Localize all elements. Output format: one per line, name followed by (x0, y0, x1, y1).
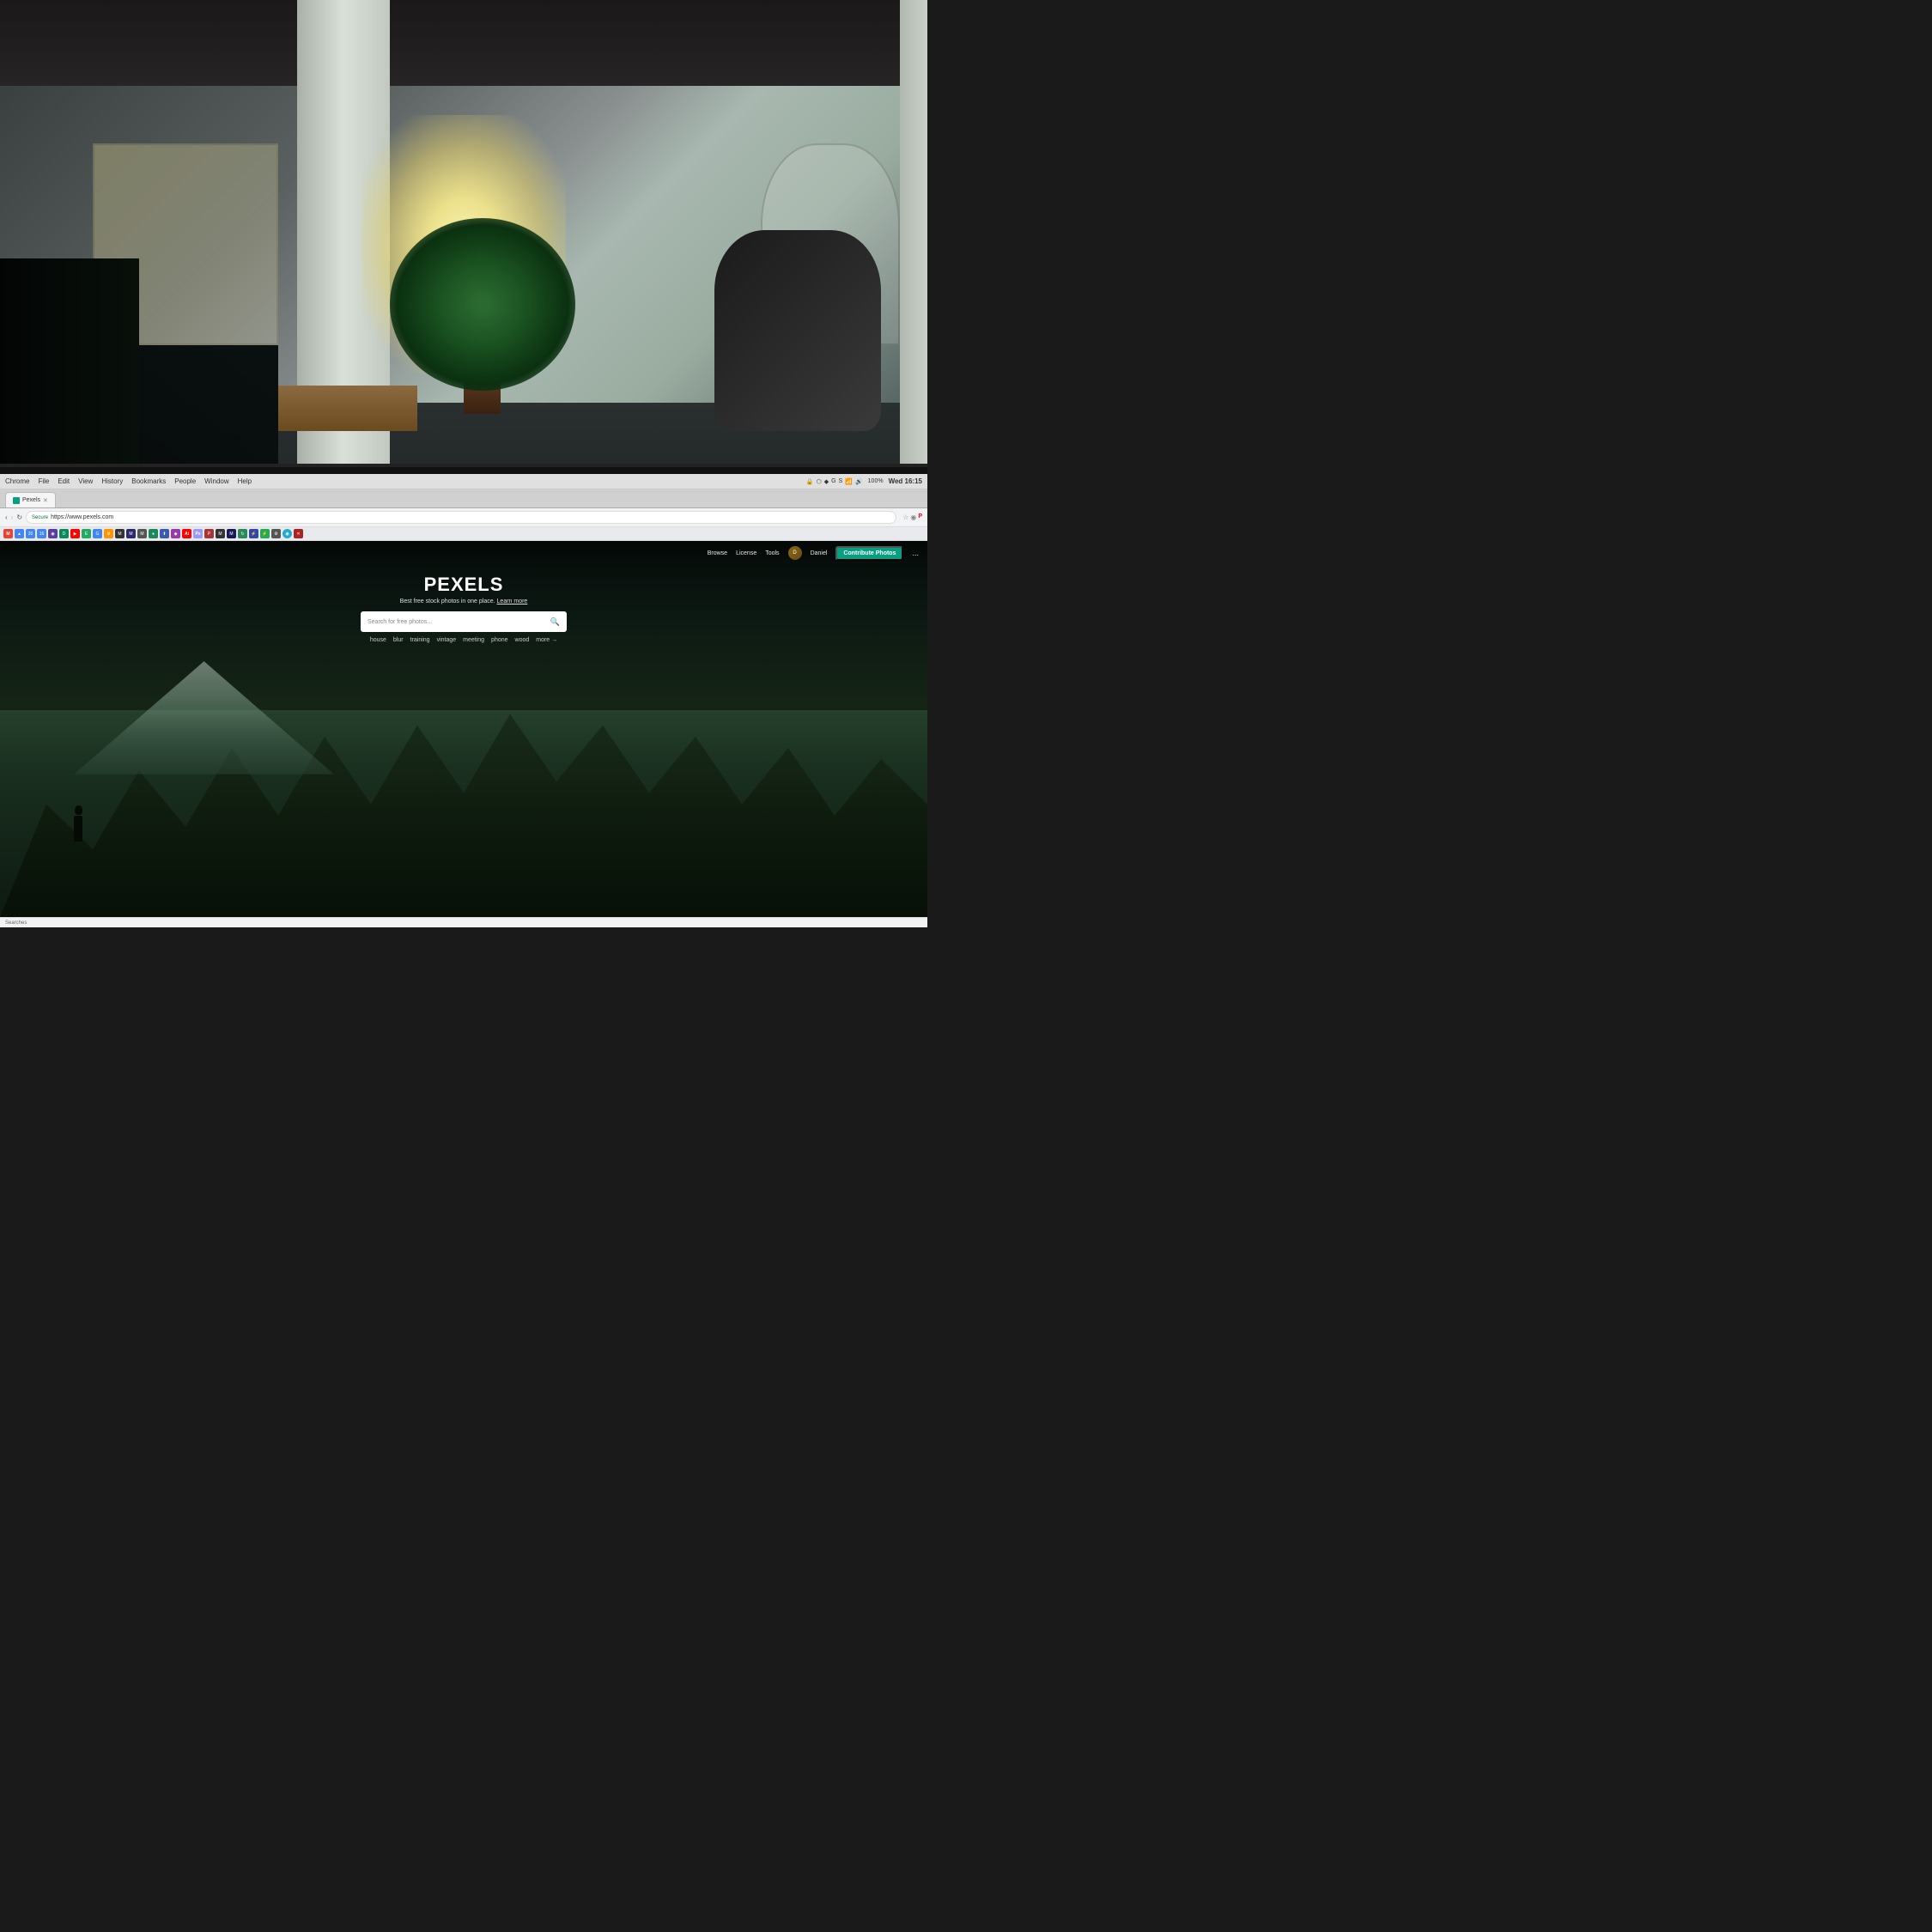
secure-icon: Secure (32, 515, 48, 520)
tag-wood[interactable]: wood (515, 637, 530, 643)
browser-window: Chrome File Edit View History Bookmarks … (0, 474, 927, 927)
nav-refresh-btn[interactable]: ↻ (16, 513, 22, 521)
menu-help[interactable]: Help (238, 477, 252, 485)
browser-menubar: Chrome File Edit View History Bookmarks … (0, 474, 927, 489)
laptop-screen: Chrome File Edit View History Bookmarks … (0, 474, 927, 927)
menu-history[interactable]: History (101, 477, 123, 485)
nav-license[interactable]: License (736, 550, 756, 556)
address-input[interactable]: Secure https://www.pexels.com (26, 511, 896, 524)
ext-6[interactable]: E (82, 529, 91, 538)
nav-tools[interactable]: Tools (765, 550, 779, 556)
ext-adobe[interactable]: Ai (182, 529, 191, 538)
profile-icon[interactable]: ◉ (910, 513, 916, 521)
bookmark-area: ☆ ◉ P (902, 513, 922, 521)
ext-15[interactable]: P (204, 529, 214, 538)
nav-browse[interactable]: Browse (708, 550, 727, 556)
search-bar[interactable]: Search for free photos... 🔍 (361, 611, 567, 632)
address-url: https://www.pexels.com (51, 514, 113, 520)
search-icon[interactable]: 🔍 (550, 617, 560, 627)
ext-11[interactable]: M (137, 529, 147, 538)
ext-cal1[interactable]: 20 (26, 529, 35, 538)
menu-chrome[interactable]: Chrome (5, 477, 29, 485)
extensions-row: M ▲ 20 16 ◉ D ▶ E G ⚙ M M M ● ⬆ ◆ Ai (0, 527, 927, 541)
bookmark-icon[interactable]: ☆ (902, 513, 908, 521)
ext-8[interactable]: ⚙ (104, 529, 113, 538)
browser-addressbar: ‹ › ↻ Secure https://www.pexels.com ☆ ◉ … (0, 508, 927, 527)
ext-12[interactable]: ● (149, 529, 158, 538)
menu-bookmarks[interactable]: Bookmarks (131, 477, 166, 485)
menu-window[interactable]: Window (204, 477, 228, 485)
browser-status-bar: Searches (0, 917, 927, 927)
search-tags: house blur training vintage meeting phon… (370, 637, 557, 643)
ext-4[interactable]: D (59, 529, 69, 538)
browser-tabbar: Pexels ✕ (0, 489, 927, 508)
pexels-navbar: Browse License Tools D Daniel Contribute… (0, 541, 927, 565)
tab-title: Pexels (22, 497, 40, 503)
menu-people[interactable]: People (174, 477, 196, 485)
nav-forward-btn[interactable]: › (11, 513, 14, 521)
ext-refresh[interactable]: ↻ (238, 529, 247, 538)
ext-7[interactable]: G (93, 529, 102, 538)
tag-more[interactable]: more → (536, 637, 557, 643)
system-time: Wed 16:15 (889, 477, 922, 485)
menu-edit[interactable]: Edit (58, 477, 70, 485)
ext-10[interactable]: M (126, 529, 136, 538)
person-head (75, 805, 82, 815)
pinterest-icon[interactable]: P (918, 513, 922, 521)
ext-lightning1[interactable]: ⚡ (249, 529, 258, 538)
ext-13[interactable]: ⬆ (160, 529, 169, 538)
user-name[interactable]: Daniel (811, 550, 828, 556)
pexels-website: Browse License Tools D Daniel Contribute… (0, 541, 927, 917)
pexels-logo: PEXELS (424, 574, 504, 596)
tag-meeting[interactable]: meeting (463, 637, 484, 643)
learn-more-link[interactable]: Learn more (497, 598, 528, 605)
hero-subtitle: Best free stock photos in one place. Lea… (400, 598, 528, 605)
ext-5[interactable]: ▶ (70, 529, 80, 538)
ext-circle[interactable]: ◉ (283, 529, 292, 538)
tab-close-icon[interactable]: ✕ (43, 497, 48, 504)
nav-more-btn[interactable]: ... (912, 549, 919, 557)
user-avatar[interactable]: D (788, 546, 802, 560)
tag-house[interactable]: house (370, 637, 386, 643)
person-body (74, 816, 82, 841)
photo-frame: Chrome File Edit View History Bookmarks … (0, 0, 927, 927)
browser-tab-pexels[interactable]: Pexels ✕ (5, 492, 56, 507)
ext-adobe2[interactable]: Ps (193, 529, 203, 538)
tab-favicon (13, 497, 20, 504)
tag-blur[interactable]: blur (393, 637, 404, 643)
system-icons: 🔒⬡◆GS 📶🔊 (806, 478, 863, 485)
ext-gdrive[interactable]: ▲ (15, 529, 24, 538)
ext-17[interactable]: M (227, 529, 236, 538)
hero-content: PEXELS Best free stock photos in one pla… (0, 565, 927, 652)
ext-lightning2[interactable]: ⚡ (260, 529, 270, 538)
ext-3[interactable]: ◉ (48, 529, 58, 538)
hero-person (74, 805, 82, 841)
ext-9[interactable]: M (115, 529, 125, 538)
status-text: Searches (5, 920, 27, 926)
pexels-hero-bg: Browse License Tools D Daniel Contribute… (0, 541, 927, 917)
laptop-monitor: Chrome File Edit View History Bookmarks … (0, 464, 927, 927)
ext-gmail[interactable]: M (3, 529, 13, 538)
tag-vintage[interactable]: vintage (437, 637, 457, 643)
tag-training[interactable]: training (410, 637, 430, 643)
tag-phone[interactable]: phone (491, 637, 507, 643)
nav-back-btn[interactable]: ‹ (5, 513, 8, 521)
ext-cal2[interactable]: 16 (37, 529, 46, 538)
menu-file[interactable]: File (38, 477, 49, 485)
ext-close[interactable]: ✕ (294, 529, 303, 538)
ext-gear2[interactable]: ⚙ (271, 529, 281, 538)
ext-16[interactable]: M (216, 529, 225, 538)
office-chair-right (714, 230, 881, 431)
menu-view[interactable]: View (78, 477, 93, 485)
user-initial: D (793, 550, 796, 556)
plant-leaves (390, 218, 575, 391)
ext-14[interactable]: ◆ (171, 529, 180, 538)
battery-label: 100% (868, 478, 884, 484)
search-placeholder: Search for free photos... (368, 619, 546, 625)
contribute-photos-button[interactable]: Contribute Photos (835, 546, 903, 561)
